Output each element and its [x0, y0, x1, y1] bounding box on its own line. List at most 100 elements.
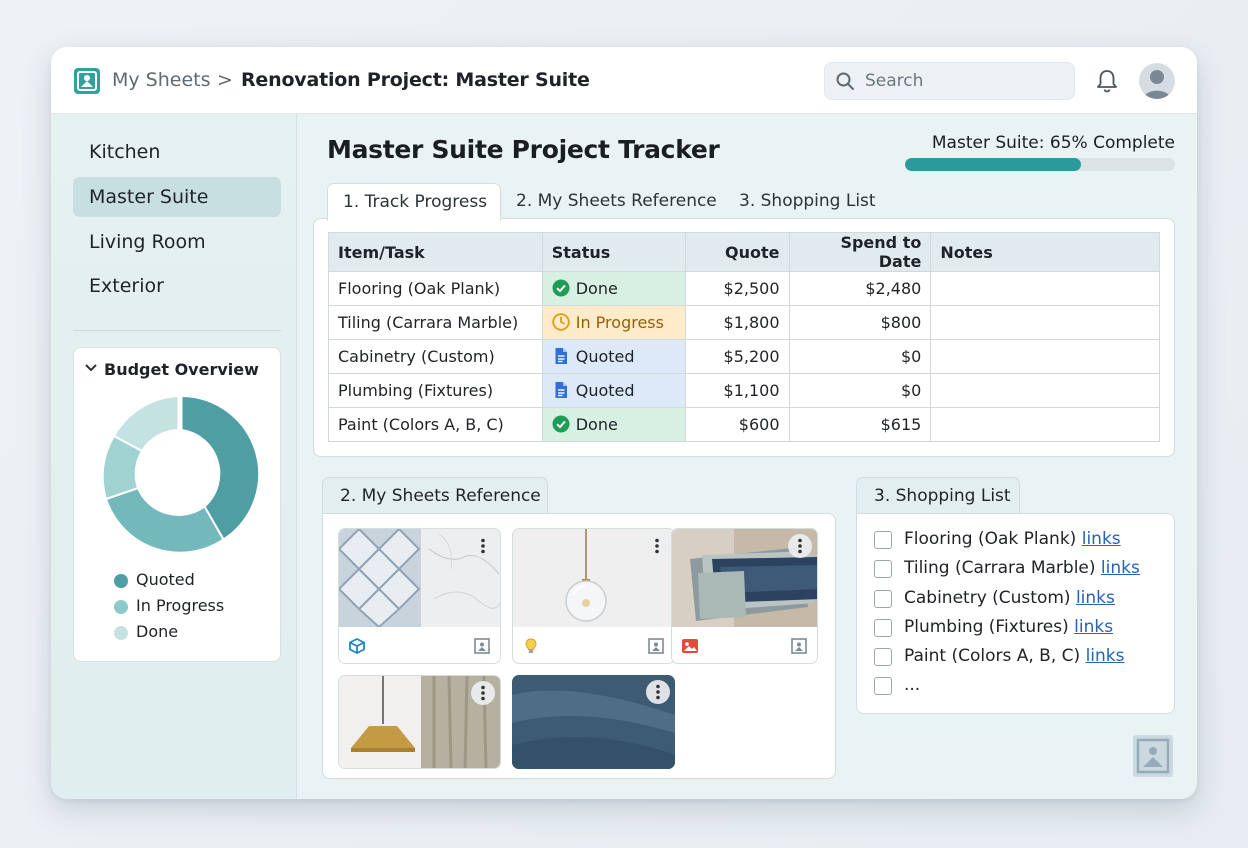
status-cell-quoted[interactable]: Quoted: [541, 339, 686, 374]
more-options-icon[interactable]: [471, 534, 495, 558]
legend-label-done: Done: [136, 622, 179, 641]
shopping-item-label: Plumbing (Fixtures): [904, 617, 1069, 637]
table-row: Tiling (Carrara Marble) In Progress $1,8…: [328, 305, 1160, 340]
progress-bar: [905, 158, 1175, 171]
cell-quote[interactable]: $1,100: [684, 373, 790, 408]
frame-logo-icon: [1133, 735, 1173, 777]
cell-item[interactable]: Tiling (Carrara Marble): [328, 305, 543, 340]
budget-donut-chart: [101, 394, 260, 554]
status-cell-done[interactable]: Done: [541, 407, 686, 442]
frame-icon: [474, 638, 490, 654]
legend-dot-quoted: [114, 574, 128, 588]
legend-dot-done: [114, 626, 128, 640]
cell-item[interactable]: Cabinetry (Custom): [328, 339, 543, 374]
shopping-item-checkbox[interactable]: [874, 619, 892, 637]
cell-item[interactable]: Plumbing (Fixtures): [328, 373, 543, 408]
app-window: My Sheets > Renovation Project: Master S…: [51, 47, 1197, 799]
cell-quote[interactable]: $5,200: [684, 339, 790, 374]
column-header-status[interactable]: Status: [541, 232, 686, 272]
shopping-list-tab[interactable]: 3. Shopping List: [856, 477, 1020, 514]
app-logo-icon[interactable]: [73, 67, 101, 95]
sidebar-item-master-suite[interactable]: Master Suite: [73, 177, 281, 217]
cell-spend[interactable]: $2,480: [788, 271, 932, 306]
cell-spend[interactable]: $800: [788, 305, 932, 340]
bell-icon[interactable]: [1095, 68, 1119, 94]
cell-notes[interactable]: [930, 407, 1160, 442]
avatar[interactable]: [1139, 63, 1175, 99]
thumbnail-blue-fabric[interactable]: [512, 675, 675, 769]
shopping-item-link[interactable]: links: [1101, 558, 1140, 578]
table-row: Paint (Colors A, B, C) Done $600 $615: [328, 407, 1160, 442]
status-label: Quoted: [575, 347, 635, 366]
table-row: Cabinetry (Custom) Quoted $5,200 $0: [328, 339, 1160, 374]
reference-panel-tab[interactable]: 2. My Sheets Reference: [322, 477, 548, 514]
cell-notes[interactable]: [930, 271, 1160, 306]
column-header-spend[interactable]: Spend to Date: [788, 232, 932, 272]
sidebar-item-exterior[interactable]: Exterior: [73, 266, 281, 306]
shopping-item-checkbox[interactable]: [874, 590, 892, 608]
frame-icon: [791, 638, 807, 654]
thumbnail-tile-marble[interactable]: [338, 528, 501, 664]
cell-quote[interactable]: $1,800: [684, 305, 790, 340]
shopping-item-label: Paint (Colors A, B, C): [904, 646, 1081, 666]
status-cell-in-progress[interactable]: In Progress: [541, 305, 686, 340]
more-options-icon[interactable]: [646, 680, 670, 704]
cell-notes[interactable]: [930, 305, 1160, 340]
shopping-item-checkbox[interactable]: [874, 677, 892, 695]
column-header-item[interactable]: Item/Task: [328, 232, 543, 272]
status-label: Quoted: [575, 381, 635, 400]
shopping-item-link[interactable]: links: [1074, 617, 1113, 637]
more-options-icon[interactable]: [471, 681, 495, 705]
cell-item[interactable]: Flooring (Oak Plank): [328, 271, 543, 306]
more-options-icon[interactable]: [645, 534, 669, 558]
shopping-item-link[interactable]: links: [1086, 646, 1125, 666]
cell-item[interactable]: Paint (Colors A, B, C): [328, 407, 543, 442]
breadcrumb-current: Renovation Project: Master Suite: [241, 69, 590, 91]
status-cell-quoted[interactable]: Quoted: [541, 373, 686, 408]
cell-quote[interactable]: $2,500: [684, 271, 790, 306]
search-box[interactable]: [824, 62, 1075, 100]
cell-spend[interactable]: $615: [788, 407, 932, 442]
status-cell-done[interactable]: Done: [541, 271, 686, 306]
shopping-item-link[interactable]: links: [1076, 588, 1115, 608]
cell-notes[interactable]: [930, 373, 1160, 408]
legend-item-in-progress: In Progress: [114, 596, 224, 622]
shopping-item-checkbox[interactable]: [874, 531, 892, 549]
sidebar-item-kitchen[interactable]: Kitchen: [73, 132, 281, 172]
cell-quote[interactable]: $600: [684, 407, 790, 442]
sidebar-item-living-room[interactable]: Living Room: [73, 222, 281, 262]
column-header-notes[interactable]: Notes: [930, 232, 1160, 272]
cell-notes[interactable]: [930, 339, 1160, 374]
budget-legend: Quoted In Progress Done: [114, 570, 224, 648]
search-icon: [836, 72, 854, 90]
tab-track-progress[interactable]: 1. Track Progress: [327, 183, 501, 221]
breadcrumb-separator: >: [217, 69, 233, 91]
tab-shopping-list[interactable]: 3. Shopping List: [739, 183, 876, 219]
thumbnail-brass-pendant[interactable]: [338, 675, 501, 769]
column-header-quote[interactable]: Quote: [684, 232, 790, 272]
sidebar: Kitchen Master Suite Living Room Exterio…: [51, 114, 297, 799]
more-options-icon[interactable]: [788, 534, 812, 558]
thumbnail-fabric-swatches[interactable]: [671, 528, 818, 664]
shopping-item-checkbox[interactable]: [874, 560, 892, 578]
chevron-down-icon: [85, 364, 97, 372]
frame-icon: [648, 638, 664, 654]
budget-overview-toggle[interactable]: Budget Overview: [84, 360, 259, 379]
table-row: Flooring (Oak Plank) Done $2,500 $2,480: [328, 271, 1160, 306]
sidebar-divider: [73, 330, 281, 331]
legend-label-in-progress: In Progress: [136, 596, 225, 615]
budget-overview-card: Budget Overview Quoted In Progress Done: [73, 347, 281, 662]
cell-spend[interactable]: $0: [788, 373, 932, 408]
cell-spend[interactable]: $0: [788, 339, 932, 374]
table-header-row: Item/Task Status Quote Spend to Date Not…: [328, 232, 1160, 272]
shopping-item-link[interactable]: links: [1082, 529, 1121, 549]
shopping-item-label: Tiling (Carrara Marble): [904, 558, 1096, 578]
thumbnail-glass-pendant[interactable]: [512, 528, 675, 664]
legend-dot-in-progress: [114, 600, 128, 614]
shopping-item-label: Cabinetry (Custom): [904, 588, 1071, 608]
search-input[interactable]: [865, 69, 1065, 93]
progress-bar-fill: [905, 158, 1081, 171]
shopping-item-checkbox[interactable]: [874, 648, 892, 666]
tab-my-sheets-reference[interactable]: 2. My Sheets Reference: [516, 183, 717, 219]
breadcrumb-root[interactable]: My Sheets: [112, 69, 211, 91]
